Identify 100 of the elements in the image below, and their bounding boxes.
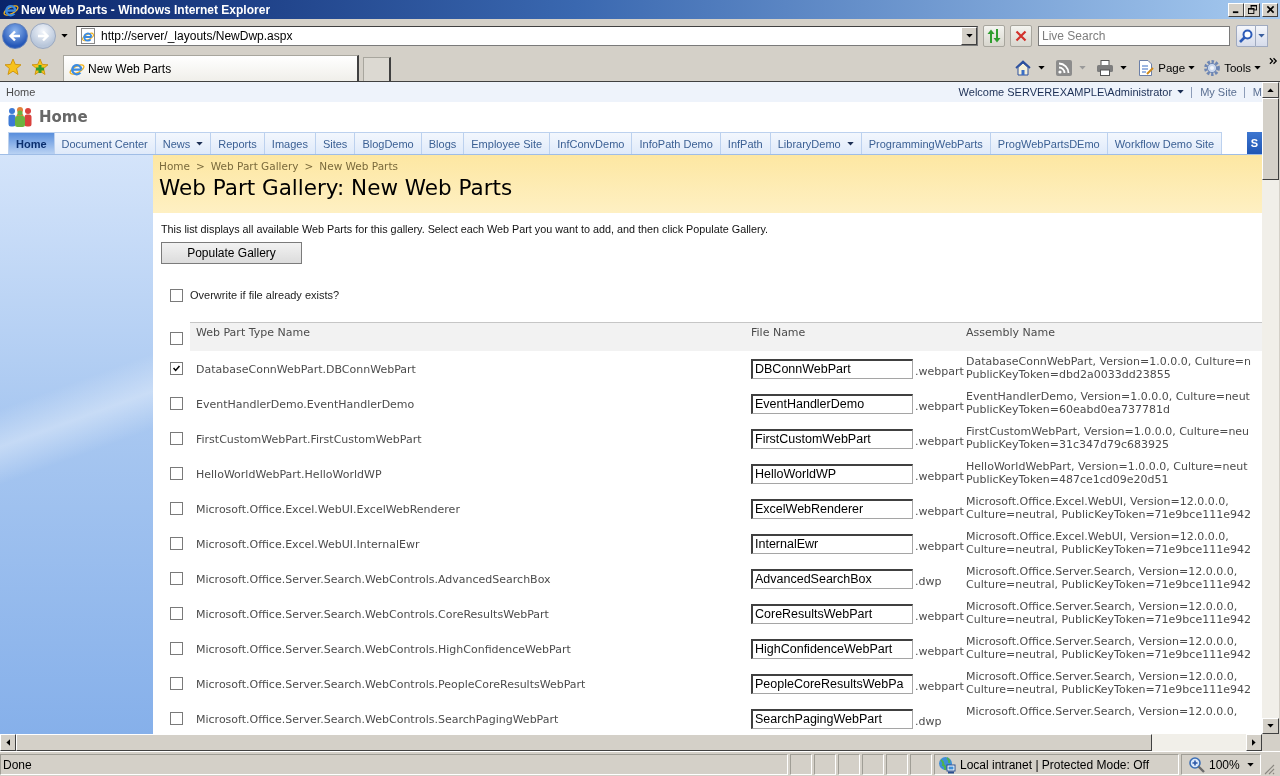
file-name-field[interactable]: FirstCustomWebPart xyxy=(751,428,913,449)
nav-tab[interactable]: InfPath xyxy=(720,132,771,154)
type-name-cell: EventHandlerDemo.EventHandlerDemo xyxy=(196,397,415,411)
security-zone[interactable]: Local intranet | Protected Mode: Off xyxy=(934,754,1179,775)
new-tab-button[interactable] xyxy=(363,57,391,81)
type-name-cell: FirstCustomWebPart.FirstCustomWebPart xyxy=(196,432,422,446)
breadcrumb-link[interactable]: Home xyxy=(159,159,190,173)
refresh-button[interactable] xyxy=(983,24,1005,47)
row-checkbox[interactable] xyxy=(170,607,183,620)
nav-tab[interactable]: Home xyxy=(8,132,55,154)
file-name-field[interactable]: InternalEwr xyxy=(751,533,913,554)
row-checkbox[interactable] xyxy=(170,432,183,445)
top-link[interactable]: My Site xyxy=(1191,86,1237,98)
browser-tab[interactable]: New Web Parts xyxy=(63,55,359,81)
type-name-cell: Microsoft.Office.Server.Search.WebControls.PeopleCoreResultsWebPart xyxy=(196,677,586,691)
search-options-button[interactable] xyxy=(1256,24,1268,47)
caret-icon[interactable] xyxy=(61,33,68,38)
file-name-field[interactable]: AdvancedSearchBox xyxy=(751,568,913,589)
checkmark-icon xyxy=(171,363,182,374)
stop-button[interactable] xyxy=(1010,24,1032,47)
file-name-field[interactable]: CoreResultsWebPart xyxy=(751,603,913,624)
nav-tab[interactable]: Reports xyxy=(211,132,265,154)
nav-tab[interactable]: Document Center xyxy=(54,132,156,154)
row-checkbox[interactable] xyxy=(170,397,183,410)
close-button[interactable] xyxy=(1262,2,1278,17)
page-icon xyxy=(80,27,96,44)
restore-button[interactable] xyxy=(1244,2,1260,17)
assembly-name-cell-text: Microsoft.Office.Excel.WebUI, Version=12.0.0.0, Culture=neutral, PublicKeyToken=71e9bce111e942 xyxy=(966,529,1252,556)
assembly-name-cell-text: Microsoft.Office.Server.Search, Version=12.0.0.0, xyxy=(966,704,1239,718)
nav-tab[interactable]: InfoPath Demo xyxy=(632,132,721,154)
scroll-down-button[interactable] xyxy=(1262,718,1279,734)
page-menu-button[interactable]: Page xyxy=(1137,59,1196,77)
row-checkbox[interactable] xyxy=(170,502,183,515)
address-field[interactable]: http://server/_layouts/NewDwp.aspx xyxy=(76,25,978,46)
file-name-field[interactable]: HighConfidenceWebPart xyxy=(751,638,913,659)
caret-icon[interactable] xyxy=(1038,66,1046,70)
nav-tab[interactable]: Workflow Demo Site xyxy=(1107,132,1223,154)
file-extension: .webpart xyxy=(915,469,964,484)
search-button[interactable] xyxy=(1236,24,1256,47)
home-icon[interactable] xyxy=(1014,59,1033,77)
feed-icon[interactable] xyxy=(1055,59,1074,77)
file-extension: .webpart xyxy=(915,539,964,554)
address-dropdown-button[interactable] xyxy=(961,26,977,45)
file-name-field[interactable]: ExcelWebRenderer xyxy=(751,498,913,519)
search-field[interactable]: Live Search xyxy=(1038,25,1230,46)
back-button[interactable] xyxy=(2,22,28,49)
file-extension: .webpart xyxy=(915,679,964,694)
nav-tab[interactable]: Images xyxy=(264,132,316,154)
scroll-right-button[interactable] xyxy=(1246,734,1262,751)
scroll-up-button[interactable] xyxy=(1262,82,1279,98)
file-name-field[interactable]: SearchPagingWebPart xyxy=(751,708,913,729)
file-extension: .dwp xyxy=(915,714,942,729)
assembly-name-cell-text: Microsoft.Office.Server.Search, Version=12.0.0.0, Culture=neutral, PublicKeyToken=71e9bce111e942 xyxy=(966,599,1252,626)
nav-tab[interactable]: BlogDemo xyxy=(355,132,422,154)
caret-icon[interactable] xyxy=(1120,66,1128,70)
minimize-button[interactable] xyxy=(1228,2,1244,17)
top-home-link[interactable]: Home xyxy=(6,86,36,98)
refresh-icon xyxy=(986,27,1002,44)
star-icon[interactable] xyxy=(4,58,22,76)
file-name-field[interactable]: PeopleCoreResultsWebPa xyxy=(751,673,913,694)
populate-gallery-button[interactable]: Populate Gallery xyxy=(161,242,302,264)
printer-icon[interactable] xyxy=(1096,59,1115,77)
nav-tab[interactable]: Sites xyxy=(315,132,356,154)
nav-tab[interactable]: InfConvDemo xyxy=(550,132,633,154)
row-checkbox[interactable] xyxy=(170,572,183,585)
file-name-field[interactable]: DBConnWebPart xyxy=(751,358,913,379)
column-header: File Name xyxy=(745,322,966,351)
nav-tab[interactable]: Employee Site xyxy=(464,132,551,154)
file-extension: .webpart xyxy=(915,504,964,519)
nav-tab[interactable]: ProgWebPartsDEmo xyxy=(990,132,1108,154)
site-title: Home xyxy=(39,108,88,126)
search-icon xyxy=(1238,27,1254,44)
nav-tab[interactable]: News xyxy=(155,132,212,154)
file-name-field[interactable]: HelloWorldWP xyxy=(751,463,913,484)
nav-tab[interactable]: ProgrammingWebParts xyxy=(861,132,991,154)
row-checkbox[interactable] xyxy=(170,642,183,655)
tools-menu-button[interactable]: Tools xyxy=(1203,59,1261,77)
file-name-field[interactable]: EventHandlerDemo xyxy=(751,393,913,414)
nav-tab[interactable]: Blogs xyxy=(421,132,465,154)
scroll-left-button[interactable] xyxy=(0,734,16,751)
zoom-level-button[interactable]: 100% xyxy=(1181,754,1261,775)
row-checkbox[interactable] xyxy=(170,677,183,690)
assembly-name-cell-text: Microsoft.Office.Server.Search, Version=12.0.0.0, Culture=neutral, PublicKeyToken=71e9bce111e942 xyxy=(966,669,1252,696)
select-all-checkbox[interactable] xyxy=(170,332,183,345)
breadcrumb-link[interactable]: Web Part Gallery xyxy=(210,159,299,173)
overwrite-checkbox[interactable] xyxy=(170,288,183,302)
breadcrumb-link[interactable]: New Web Parts xyxy=(319,159,398,173)
row-checkbox[interactable] xyxy=(170,712,183,725)
row-checkbox[interactable] xyxy=(170,362,183,375)
double-chevron-icon[interactable] xyxy=(1269,57,1278,65)
row-checkbox[interactable] xyxy=(170,537,183,550)
welcome-menu[interactable]: Welcome SERVEREXAMPLE\Administrator xyxy=(958,86,1185,98)
site-actions-button[interactable]: S xyxy=(1246,132,1262,154)
type-name-cell: Microsoft.Office.Excel.WebUI.ExcelWebRenderer xyxy=(196,502,460,516)
arrow-up-icon xyxy=(1267,88,1274,92)
add-star-icon[interactable] xyxy=(31,58,49,76)
row-checkbox[interactable] xyxy=(170,467,183,480)
type-name-cell: Microsoft.Office.Server.Search.WebControls.HighConfidenceWebPart xyxy=(196,642,571,656)
scrollbar-thumb[interactable] xyxy=(1262,98,1279,180)
nav-tab[interactable]: LibraryDemo xyxy=(770,132,862,154)
